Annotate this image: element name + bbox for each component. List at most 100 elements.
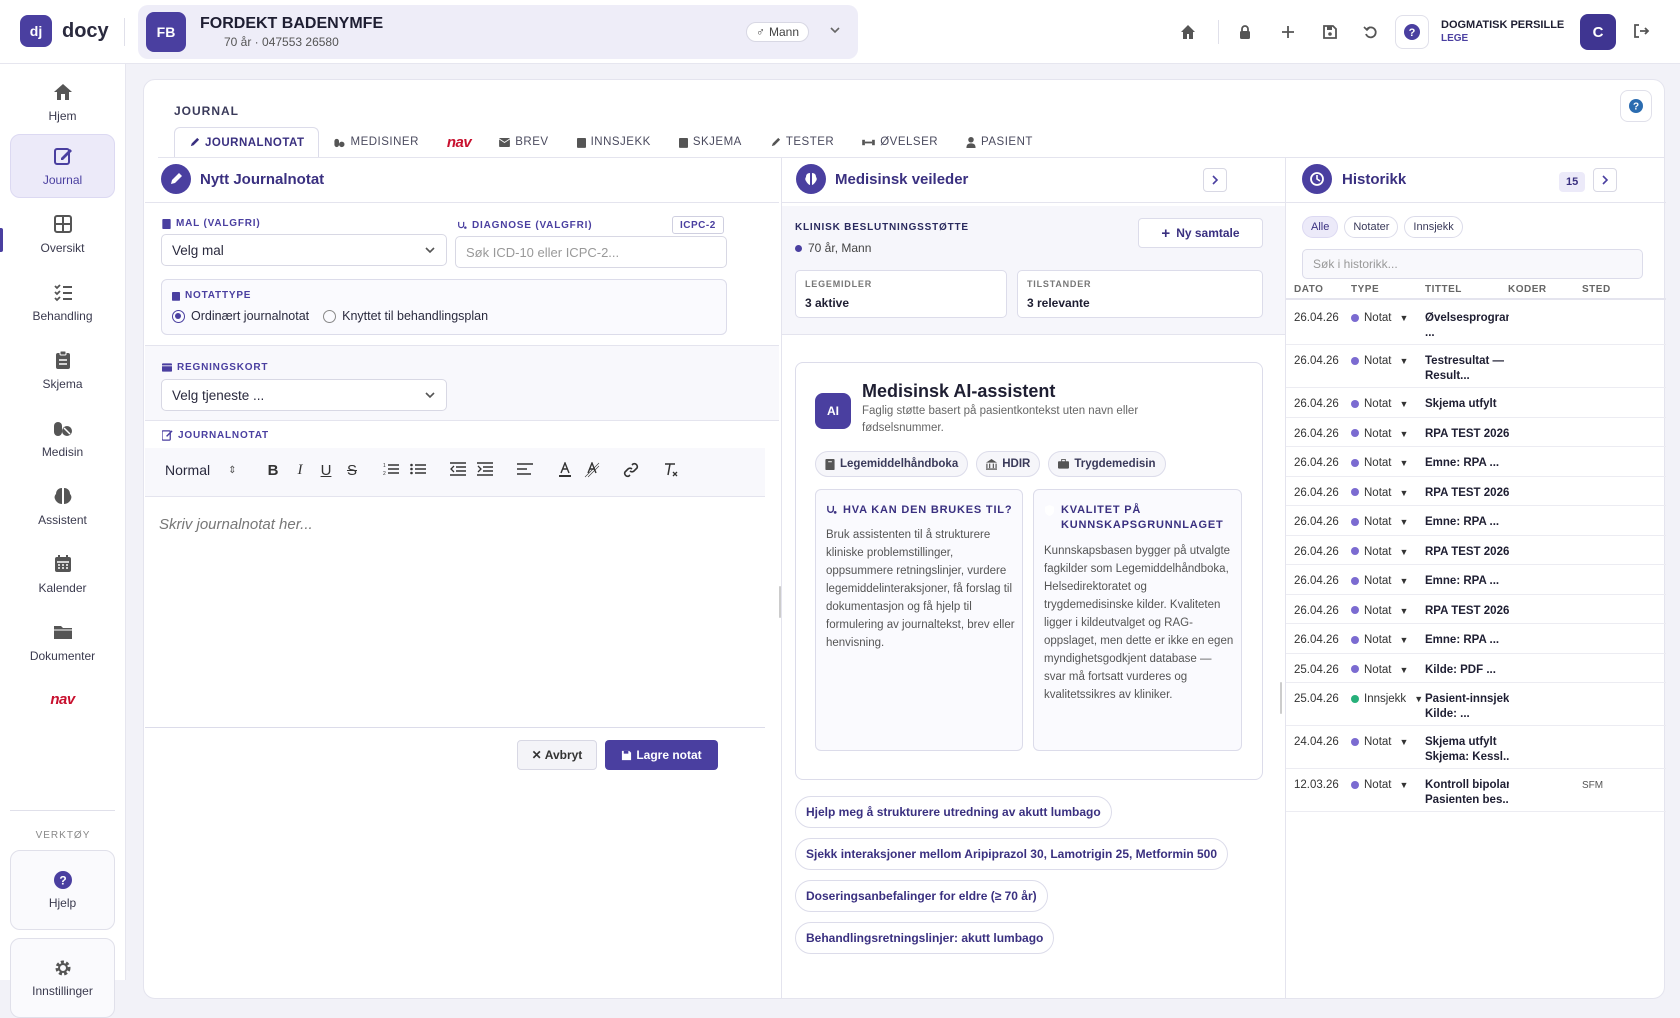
sidebar-item-behandling[interactable]: Behandling — [10, 270, 115, 334]
caret-down-icon[interactable]: ▼ — [1400, 576, 1409, 586]
chevron-down-icon[interactable] — [828, 23, 842, 37]
bold-icon[interactable]: B — [263, 462, 283, 479]
align-left-icon[interactable] — [517, 462, 537, 476]
table-row[interactable]: 26.04.26 Notat ▼ Emne: RPA ... — [1286, 565, 1666, 595]
caret-down-icon[interactable]: ▼ — [1400, 737, 1409, 747]
lock-icon[interactable] — [1235, 22, 1255, 42]
plus-icon[interactable] — [1278, 22, 1298, 42]
patient-banner[interactable]: FB FORDEKT BADENYMFE 70 år · 047553 2658… — [138, 5, 858, 59]
tab-innsjekk[interactable]: INNSJEKK — [563, 127, 665, 157]
tab-medisiner[interactable]: MEDISINER — [319, 127, 432, 157]
suggested-prompt[interactable]: Hjelp meg å strukturere utredning av aku… — [795, 796, 1112, 828]
save-icon[interactable] — [1320, 22, 1340, 42]
highlight-icon[interactable] — [584, 462, 604, 478]
source-chip[interactable]: HDIR — [976, 451, 1041, 477]
diagnosis-search-input[interactable]: Søk ICD-10 eller ICPC-2... — [455, 236, 727, 268]
table-row[interactable]: 26.04.26 Notat ▼ Øvelsesprogram... — [1286, 302, 1666, 345]
expand-advisor-button[interactable] — [1203, 168, 1227, 192]
column-header[interactable]: TITTEL — [1425, 284, 1462, 295]
user-avatar[interactable]: C — [1580, 14, 1616, 50]
help-button[interactable]: ? — [1395, 15, 1429, 49]
settings-button[interactable]: Innstillinger — [10, 938, 115, 1018]
outdent-icon[interactable] — [450, 462, 470, 476]
sidebar-item-oversikt[interactable]: Oversikt — [10, 202, 115, 266]
sidebar-item-medisin[interactable]: Medisin — [10, 406, 115, 470]
table-row[interactable]: 12.03.26 Notat ▼ Kontroll bipolar Pasienten … — [1286, 769, 1666, 812]
panel-help-button[interactable]: ? — [1620, 90, 1652, 122]
column-header[interactable]: TYPE — [1351, 284, 1379, 295]
caret-down-icon[interactable]: ▼ — [1414, 694, 1423, 704]
source-chip[interactable]: Legemiddelhåndboka — [815, 451, 969, 477]
tab-tester[interactable]: TESTER — [756, 127, 848, 157]
stat-medications[interactable]: LEGEMIDLER 3 aktive — [795, 270, 1007, 318]
caret-down-icon[interactable]: ▼ — [1400, 488, 1409, 498]
tab-nav[interactable]: nav — [433, 127, 485, 157]
clear-format-icon[interactable] — [663, 462, 683, 478]
column-header[interactable]: KODER — [1508, 284, 1547, 295]
sidebar-item-skjema[interactable]: Skjema — [10, 338, 115, 402]
tab-pasient[interactable]: PASIENT — [952, 127, 1047, 157]
table-row[interactable]: 26.04.26 Notat ▼ RPA TEST 2026 — [1286, 595, 1666, 624]
table-row[interactable]: 24.04.26 Notat ▼ Skjema utfylt Skjema: Kessl… — [1286, 726, 1666, 769]
italic-icon[interactable]: I — [290, 462, 310, 479]
column-header[interactable]: STED — [1582, 284, 1611, 295]
table-row[interactable]: 26.04.26 Notat ▼ RPA TEST 2026 — [1286, 477, 1666, 506]
sidebar-item-nav[interactable]: nav — [10, 674, 115, 724]
new-chat-button[interactable]: + Ny samtale — [1138, 218, 1263, 248]
table-row[interactable]: 26.04.26 Notat ▼ RPA TEST 2026 — [1286, 418, 1666, 447]
sidebar-item-kalender[interactable]: Kalender — [10, 542, 115, 606]
table-row[interactable]: 26.04.26 Notat ▼ Skjema utfylt — [1286, 388, 1666, 418]
tab-journalnotat[interactable]: JOURNALNOTAT — [174, 127, 320, 157]
template-select[interactable]: Velg mal — [161, 234, 447, 266]
tab-skjema[interactable]: SKJEMA — [665, 127, 756, 157]
table-row[interactable]: 26.04.26 Notat ▼ RPA TEST 2026 — [1286, 536, 1666, 565]
editor-textarea[interactable]: Skriv journalnotat her... — [159, 516, 313, 533]
ordered-list-icon[interactable]: 12 — [383, 462, 403, 476]
sidebar-item-assistent[interactable]: Assistent — [10, 474, 115, 538]
column-resize-handle[interactable] — [1280, 682, 1282, 714]
caret-down-icon[interactable]: ▼ — [1400, 635, 1409, 645]
caret-down-icon[interactable]: ▼ — [1400, 356, 1409, 366]
caret-down-icon[interactable]: ▼ — [1400, 606, 1409, 616]
sidebar-item-dokumenter[interactable]: Dokumenter — [10, 610, 115, 674]
caret-down-icon[interactable]: ▼ — [1400, 429, 1409, 439]
indent-icon[interactable] — [477, 462, 497, 476]
table-row[interactable]: 26.04.26 Notat ▼ Emne: RPA ... — [1286, 624, 1666, 654]
caret-down-icon[interactable]: ▼ — [1400, 313, 1409, 323]
billing-select[interactable]: Velg tjeneste ... — [161, 379, 447, 411]
tab-brev[interactable]: BREV — [485, 127, 562, 157]
link-icon[interactable] — [623, 462, 643, 478]
stat-conditions[interactable]: TILSTANDER 3 relevante — [1017, 270, 1263, 318]
suggested-prompt[interactable]: Behandlingsretningslinjer: akutt lumbago — [795, 922, 1055, 954]
home-icon[interactable] — [1178, 22, 1198, 42]
style-select[interactable]: Normal ⇕ — [165, 462, 237, 478]
caret-down-icon[interactable]: ▼ — [1400, 517, 1409, 527]
column-header[interactable]: DATO — [1294, 284, 1323, 295]
caret-down-icon[interactable]: ▼ — [1400, 399, 1409, 409]
sidebar-item-hjem[interactable]: Hjem — [10, 70, 115, 134]
sidebar-item-journal[interactable]: Journal — [10, 134, 115, 198]
logout-icon[interactable] — [1632, 22, 1650, 40]
radio-unselected[interactable] — [323, 309, 337, 323]
table-row[interactable]: 26.04.26 Notat ▼ Testresultat — Result... — [1286, 345, 1666, 388]
bullet-list-icon[interactable] — [410, 462, 430, 476]
undo-icon[interactable] — [1361, 22, 1381, 42]
cancel-button[interactable]: ✕ Avbryt — [517, 740, 597, 770]
save-note-button[interactable]: Lagre notat — [605, 740, 718, 770]
help-tool-button[interactable]: ? Hjelp — [10, 850, 115, 930]
history-search-input[interactable]: Søk i historikk... — [1302, 249, 1643, 279]
table-row[interactable]: 26.04.26 Notat ▼ Emne: RPA ... — [1286, 447, 1666, 477]
radio-selected[interactable] — [172, 309, 185, 323]
suggested-prompt[interactable]: Sjekk interaksjoner mellom Aripiprazol 3… — [795, 838, 1229, 870]
text-color-icon[interactable] — [557, 462, 577, 478]
source-chip[interactable]: Trygdemedisin — [1048, 451, 1166, 477]
code-system-badge[interactable]: ICPC-2 — [672, 216, 724, 234]
filter-notater[interactable]: Notater — [1344, 216, 1399, 238]
notetype-radio-plan[interactable]: Knyttet til behandlingsplan — [323, 309, 488, 323]
table-row[interactable]: 25.04.26 Innsjekk ▼ Pasient-innsjekk Kilde: … — [1286, 683, 1666, 726]
underline-icon[interactable]: U — [316, 462, 336, 479]
strikethrough-icon[interactable]: S — [342, 462, 362, 479]
table-row[interactable]: 25.04.26 Notat ▼ Kilde: PDF ... — [1286, 654, 1666, 683]
caret-down-icon[interactable]: ▼ — [1400, 780, 1409, 790]
expand-history-button[interactable] — [1593, 168, 1617, 192]
